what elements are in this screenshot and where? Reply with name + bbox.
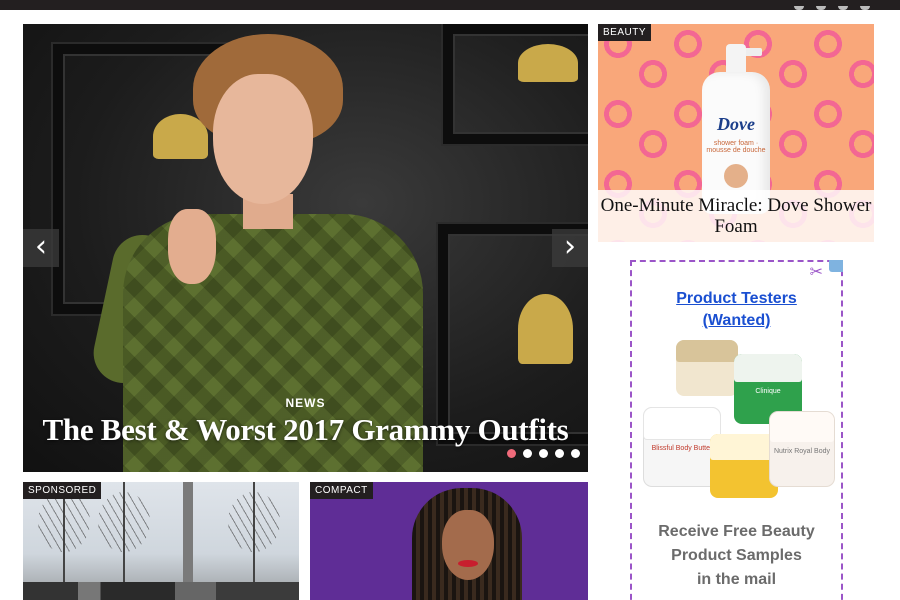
cream-jar-image	[710, 434, 778, 498]
top-nav-bar	[0, 0, 900, 10]
social-icon[interactable]	[816, 6, 826, 10]
social-icon[interactable]	[860, 6, 870, 10]
slider-dots	[507, 449, 580, 458]
hero-headline[interactable]: The Best & Worst 2017 Grammy Outfits	[23, 412, 588, 448]
background-frame	[443, 24, 588, 144]
sponsored-article-card[interactable]: SPONSORED	[23, 482, 299, 600]
slider-next-button[interactable]: ›	[552, 229, 588, 267]
adchoices-icon[interactable]	[829, 260, 843, 272]
product-brand: Dove	[717, 114, 755, 134]
cream-jar-image: Nutrix Royal Body	[770, 412, 834, 486]
product-subtext: shower foam · mousse de douche	[706, 140, 766, 154]
slider-dot[interactable]	[523, 449, 532, 458]
compact-article-card[interactable]: COMPACT	[310, 482, 588, 600]
cream-jar-image: Blissful Body Butter	[644, 408, 720, 486]
category-tag: BEAUTY	[598, 24, 652, 41]
slider-prev-button[interactable]: ‹	[23, 229, 59, 267]
hero-slider[interactable]: ‹ › NEWS The Best & Worst 2017 Grammy Ou…	[23, 24, 588, 472]
slider-dot[interactable]	[507, 449, 516, 458]
beauty-article-card[interactable]: Dove shower foam · mousse de douche BEAU…	[598, 24, 874, 242]
scissors-icon: ✂	[809, 262, 823, 281]
grammy-gramophone-icon	[518, 294, 573, 364]
tree-image	[228, 482, 280, 592]
hero-category: NEWS	[285, 396, 326, 410]
slider-dot[interactable]	[555, 449, 564, 458]
social-icon[interactable]	[838, 6, 848, 10]
cream-jar-image	[676, 340, 738, 396]
tree-image	[98, 482, 150, 592]
ad-body-text[interactable]: Receive Free Beauty Product Samples in t…	[632, 520, 841, 592]
category-tag: COMPACT	[310, 482, 373, 499]
model-photo	[412, 488, 522, 600]
ad-title-link[interactable]: Product Testers (Wanted)	[632, 288, 841, 332]
advertisement[interactable]: ✂ Product Testers (Wanted) Clinique Blis…	[630, 260, 843, 600]
grammy-gramophone-icon	[518, 44, 578, 82]
article-title[interactable]: One-Minute Miracle: Dove Shower Foam	[598, 190, 874, 242]
hero-caption[interactable]: NEWS The Best & Worst 2017 Grammy Outfit…	[23, 396, 588, 448]
dove-bottle-image: Dove shower foam · mousse de douche	[702, 44, 770, 214]
category-tag: SPONSORED	[23, 482, 102, 499]
social-icon[interactable]	[794, 6, 804, 10]
slider-dot[interactable]	[539, 449, 548, 458]
crowd-image	[23, 582, 299, 600]
social-icons	[794, 0, 870, 10]
slider-dot[interactable]	[571, 449, 580, 458]
